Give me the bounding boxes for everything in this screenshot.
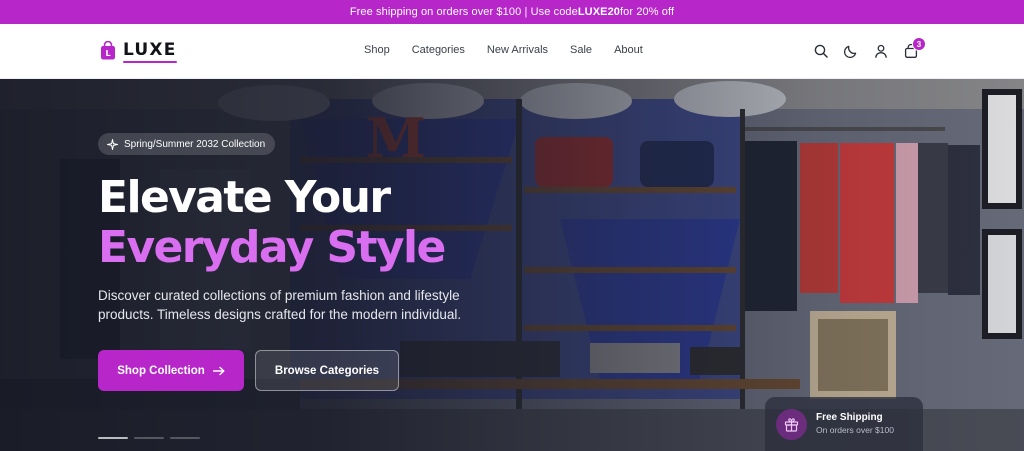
brand-name: LUXE — [123, 40, 177, 63]
hero-title-line-1: Elevate Your — [98, 172, 391, 223]
nav-about[interactable]: About — [614, 44, 643, 56]
collection-badge: Spring/Summer 2032 Collection — [98, 133, 276, 155]
free-shipping-subtitle: On orders over $100 — [816, 425, 894, 435]
slide-indicator[interactable] — [170, 437, 200, 439]
hero-description: Discover curated collections of premium … — [98, 288, 462, 322]
hero-title: Elevate Your Everyday Style — [98, 172, 446, 273]
sparkle-icon — [107, 138, 118, 150]
collection-badge-label: Spring/Summer 2032 Collection — [124, 138, 266, 150]
search-icon[interactable] — [813, 43, 829, 59]
moon-icon[interactable] — [843, 43, 859, 59]
header-actions — [813, 43, 919, 59]
site-header: L LUXE Shop Categories New Arrivals Sale… — [0, 24, 1024, 79]
slide-indicator-active[interactable] — [98, 437, 128, 439]
browse-categories-label: Browse Categories — [274, 364, 380, 377]
gift-icon-wrapper — [776, 408, 807, 440]
nav-new-arrivals[interactable]: New Arrivals — [487, 44, 548, 56]
user-icon[interactable] — [873, 43, 889, 59]
nav-sale[interactable]: Sale — [570, 44, 592, 56]
main-nav: Shop Categories New Arrivals Sale About — [364, 44, 643, 56]
browse-categories-button[interactable]: Browse Categories — [255, 350, 399, 391]
nav-shop[interactable]: Shop — [364, 44, 390, 56]
free-shipping-card: Free Shipping On orders over $100 — [765, 397, 923, 451]
free-shipping-text: Free Shipping On orders over $100 — [816, 412, 894, 436]
shop-collection-button[interactable]: Shop Collection — [98, 350, 244, 391]
shop-collection-label: Shop Collection — [117, 364, 205, 377]
announcement-prefix: Free shipping on orders over $100 | Use … — [349, 6, 578, 18]
hero-title-line-2: Everyday Style — [98, 222, 446, 273]
gift-icon — [784, 417, 799, 432]
arrow-right-icon — [212, 366, 225, 375]
hero-slide-indicators — [98, 437, 200, 439]
nav-categories[interactable]: Categories — [412, 44, 465, 56]
logo[interactable]: L LUXE — [100, 40, 177, 63]
svg-text:L: L — [105, 49, 110, 58]
announcement-bar: Free shipping on orders over $100 | Use … — [0, 0, 1024, 24]
free-shipping-title: Free Shipping — [816, 412, 883, 423]
shopping-bag-logo-icon: L — [101, 40, 115, 59]
announcement-suffix: for 20% off — [620, 6, 675, 18]
promo-code: LUXE20 — [577, 6, 621, 18]
cart-count-badge: 3 — [912, 37, 926, 51]
slide-indicator[interactable] — [134, 437, 164, 439]
